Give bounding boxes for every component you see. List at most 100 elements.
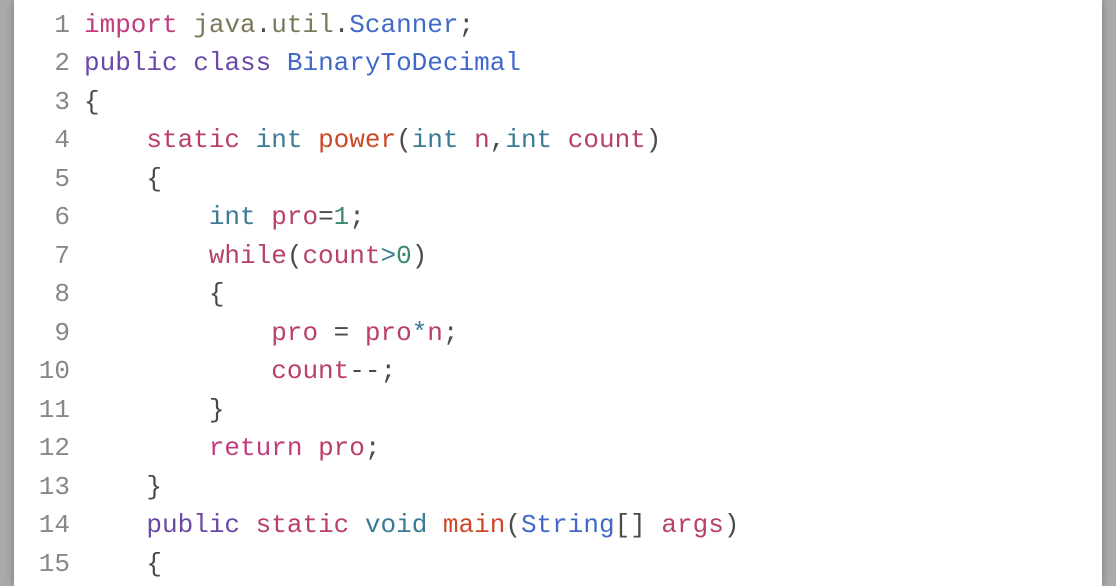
code-token: { (84, 87, 100, 117)
line-number: 1 (26, 6, 84, 44)
line-number: 3 (26, 83, 84, 121)
code-token (256, 202, 272, 232)
code-token: ( (287, 241, 303, 271)
code-line: 11 } (26, 391, 1102, 429)
code-token: > (380, 241, 396, 271)
code-token (552, 125, 568, 155)
code-token: int (209, 202, 256, 232)
code-token: ( (396, 125, 412, 155)
code-block: 1import java.util.Scanner;2public class … (26, 6, 1102, 583)
code-token: int (256, 125, 303, 155)
code-token: count (271, 356, 349, 386)
line-number: 10 (26, 352, 84, 390)
code-content: static int power(int n,int count) (84, 121, 661, 159)
code-token: ; (443, 318, 459, 348)
code-token: ) (646, 125, 662, 155)
code-content: pro = pro*n; (84, 314, 459, 352)
code-token: . (256, 10, 272, 40)
code-token: ) (724, 510, 740, 540)
code-content: import java.util.Scanner; (84, 6, 474, 44)
line-number: 4 (26, 121, 84, 159)
code-content: while(count>0) (84, 237, 427, 275)
code-token: ; (459, 10, 475, 40)
code-token: ; (365, 433, 381, 463)
line-number: 6 (26, 198, 84, 236)
line-number: 2 (26, 44, 84, 82)
code-token (84, 125, 146, 155)
code-token: public (84, 48, 178, 78)
code-token: BinaryToDecimal (287, 48, 521, 78)
line-number: 13 (26, 468, 84, 506)
code-content: } (84, 391, 224, 429)
code-token: power (318, 125, 396, 155)
code-token (240, 125, 256, 155)
code-line: 14 public static void main(String[] args… (26, 506, 1102, 544)
code-token: * (412, 318, 428, 348)
code-token: 0 (396, 241, 412, 271)
code-token (84, 356, 271, 386)
code-token: Scanner (349, 10, 458, 40)
code-content: count--; (84, 352, 396, 390)
code-token (459, 125, 475, 155)
code-token: { (84, 549, 162, 579)
line-number: 14 (26, 506, 84, 544)
code-content: return pro; (84, 429, 380, 467)
code-token: String (521, 510, 615, 540)
code-line: 4 static int power(int n,int count) (26, 121, 1102, 159)
code-content: { (84, 545, 162, 583)
code-token: void (365, 510, 427, 540)
code-editor: 1import java.util.Scanner;2public class … (14, 0, 1102, 586)
code-token: . (334, 10, 350, 40)
line-number: 8 (26, 275, 84, 313)
code-token: = (334, 318, 350, 348)
code-content: int pro=1; (84, 198, 365, 236)
code-token: = (318, 202, 334, 232)
code-token: util (271, 10, 333, 40)
code-token: count (568, 125, 646, 155)
code-token: , (490, 125, 506, 155)
code-token (646, 510, 662, 540)
line-number: 15 (26, 545, 84, 583)
code-token: n (427, 318, 443, 348)
code-token: public (146, 510, 240, 540)
line-number: 7 (26, 237, 84, 275)
code-token: { (84, 164, 162, 194)
code-token: 1 (334, 202, 350, 232)
code-token: pro (271, 318, 318, 348)
code-token: while (209, 241, 287, 271)
code-content: { (84, 275, 224, 313)
code-token (240, 510, 256, 540)
code-content: } (84, 468, 162, 506)
code-token (178, 48, 194, 78)
code-token (84, 202, 209, 232)
code-token (302, 433, 318, 463)
code-token: class (193, 48, 271, 78)
code-token (178, 10, 194, 40)
code-line: 10 count--; (26, 352, 1102, 390)
code-token: ( (505, 510, 521, 540)
code-token: int (412, 125, 459, 155)
code-token (427, 510, 443, 540)
code-token: ; (349, 202, 365, 232)
code-token: int (505, 125, 552, 155)
code-token (84, 241, 209, 271)
code-content: { (84, 160, 162, 198)
code-line: 15 { (26, 545, 1102, 583)
code-token: ; (380, 356, 396, 386)
code-line: 8 { (26, 275, 1102, 313)
code-token: static (146, 125, 240, 155)
code-token: n (474, 125, 490, 155)
line-number: 9 (26, 314, 84, 352)
code-token: count (302, 241, 380, 271)
code-content: { (84, 83, 100, 121)
code-token: -- (349, 356, 380, 386)
code-token (84, 510, 146, 540)
code-line: 12 return pro; (26, 429, 1102, 467)
code-token (271, 48, 287, 78)
code-token (302, 125, 318, 155)
code-token (84, 318, 271, 348)
code-token: } (84, 395, 224, 425)
code-token: args (661, 510, 723, 540)
code-token: [] (615, 510, 646, 540)
code-content: public class BinaryToDecimal (84, 44, 521, 82)
